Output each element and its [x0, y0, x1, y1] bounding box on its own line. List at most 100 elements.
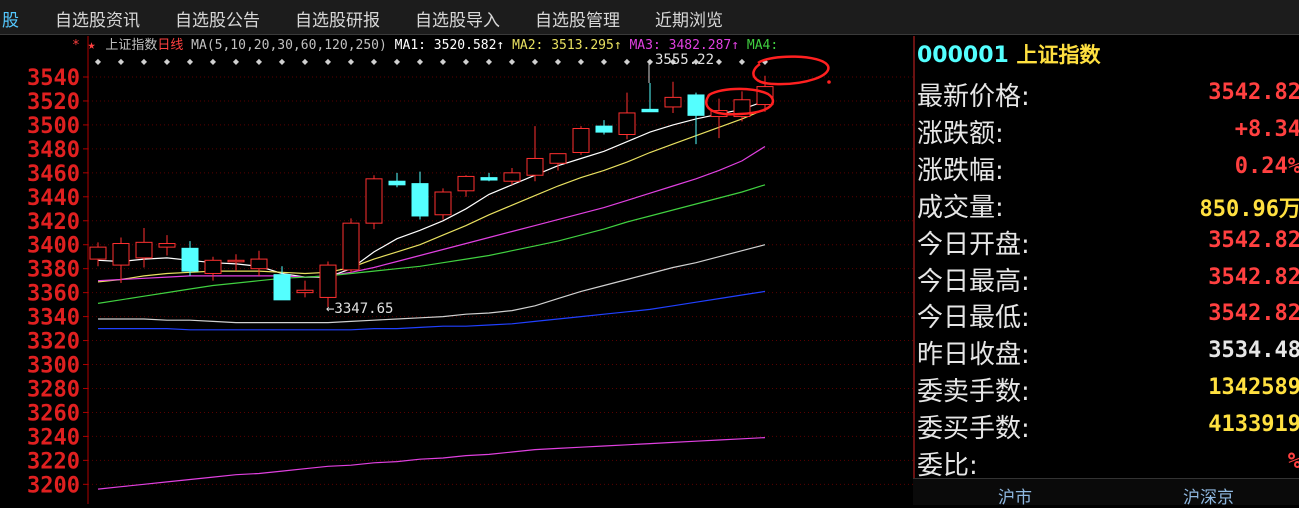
- kline-chart-panel[interactable]: * ★ 上证指数日线 MA(5,10,20,30,60,120,250) MA1…: [0, 36, 913, 504]
- candle-body-up: [319, 264, 337, 298]
- quote-code: 000001: [917, 43, 1009, 68]
- candle-body-up: [158, 243, 176, 248]
- candle-body-up: [434, 191, 452, 216]
- quote-value: 850.96万: [1199, 196, 1299, 222]
- marker-dot: ◆: [233, 57, 240, 66]
- candle-body-down: [641, 108, 659, 113]
- ma-line-ma7: [97, 437, 766, 490]
- candle-body-up: [365, 178, 383, 224]
- quote-value: 3534.48: [1208, 338, 1299, 364]
- marker-dot: ◆: [164, 57, 171, 66]
- candle-body-down: [411, 183, 429, 217]
- marker-dot: ◆: [601, 57, 608, 66]
- candle-body-up: [135, 241, 153, 259]
- tab-shanghai-shenzhen-beijing[interactable]: 沪深京: [1183, 483, 1234, 508]
- marker-dot: ◆: [371, 57, 378, 66]
- y-tick-label: 3220: [27, 449, 80, 474]
- quote-label: 最新价格:: [917, 82, 1030, 112]
- marker-dot: ◆: [325, 57, 332, 66]
- quote-value: 3542.82: [1208, 264, 1299, 290]
- quote-label: 今日开盘:: [917, 229, 1030, 260]
- y-tick-label: 3280: [27, 377, 80, 402]
- candle-body-up: [503, 172, 521, 182]
- candle-body-up: [549, 153, 567, 164]
- marker-dot: ◆: [532, 57, 539, 66]
- marker-dot: ◆: [647, 57, 654, 66]
- y-tick-label: 3260: [27, 401, 80, 426]
- quote-row: 涨跌幅: 0.24%: [915, 148, 1299, 186]
- candle-body-down: [388, 180, 406, 186]
- marker-dot: ◆: [141, 57, 148, 66]
- quote-row: 昨日收盘: 3534.48: [915, 332, 1299, 371]
- marker-dot: ◆: [440, 57, 447, 66]
- quote-value: 3542.82: [1208, 301, 1299, 327]
- tab-shanghai[interactable]: 沪市: [998, 483, 1032, 508]
- quote-value: 0.24%: [1234, 153, 1299, 179]
- marker-dot: ◆: [187, 57, 194, 66]
- y-tick-label: 3480: [27, 138, 80, 163]
- menu-item-recent-browse[interactable]: 近期浏览: [655, 6, 723, 31]
- marker-dot: ◆: [118, 57, 125, 66]
- quote-value: %: [1288, 449, 1299, 474]
- quote-row: 成交量: 850.96万: [915, 185, 1299, 223]
- y-tick-label: 3440: [27, 186, 80, 211]
- menu-item-watchlist-research[interactable]: 自选股研报: [295, 6, 380, 31]
- quote-value: 4133919: [1208, 412, 1299, 438]
- menu-item-watchlist-news[interactable]: 自选股资讯: [55, 6, 140, 31]
- quote-label: 成交量:: [917, 192, 1004, 223]
- marker-dot: ◆: [348, 57, 355, 66]
- marker-dot: ◆: [210, 57, 217, 66]
- candlestick-chart[interactable]: 3540352035003480346034403420340033803360…: [0, 36, 913, 504]
- quote-row: 今日开盘: 3542.82: [915, 222, 1299, 260]
- marker-dot: ◆: [509, 57, 516, 66]
- market-tabs: 沪市 沪深京: [913, 478, 1299, 508]
- marker-dot: ◆: [463, 57, 470, 66]
- y-tick-label: 3340: [27, 306, 80, 331]
- marker-dot: ◆: [716, 57, 723, 66]
- menu-item-watchlist-manage[interactable]: 自选股管理: [535, 6, 620, 31]
- ma-line-ma6: [98, 290, 766, 331]
- hand-drawn-dot: [827, 80, 831, 84]
- quote-name: 上证指数: [1016, 43, 1101, 67]
- quote-value: 3542.82: [1208, 227, 1299, 253]
- marker-dot: ◆: [95, 57, 102, 66]
- quote-row: 今日最高: 3542.82: [915, 259, 1299, 297]
- marker-dot: ◆: [624, 57, 631, 66]
- candle-body-up: [250, 258, 268, 270]
- marker-dot: ◆: [302, 57, 309, 66]
- y-tick-label: 3320: [27, 330, 80, 355]
- y-tick-label: 3460: [27, 162, 80, 187]
- candle-body-up: [342, 222, 360, 271]
- quote-title: 000001 上证指数: [917, 38, 1101, 72]
- candle-body-down: [480, 177, 498, 181]
- quote-row: 委卖手数: 1342589: [915, 369, 1299, 407]
- candle-body-down: [273, 274, 291, 301]
- candle-body-up: [572, 128, 590, 153]
- candle-body-up: [526, 157, 544, 176]
- quote-row: 今日最低: 3542.82: [915, 295, 1299, 333]
- candle-body-up: [227, 259, 245, 263]
- candle-body-down: [181, 247, 199, 272]
- y-tick-label: 3420: [27, 210, 80, 235]
- menu-item-watchlist-import[interactable]: 自选股导入: [415, 6, 500, 31]
- menu-item-watchlist-announcements[interactable]: 自选股公告: [175, 6, 260, 31]
- marker-dot: ◆: [279, 57, 286, 66]
- low-annotation: ←3347.65: [326, 301, 393, 317]
- quote-label: 涨跌额:: [917, 118, 1004, 149]
- quote-row: 涨跌额: +8.34: [915, 111, 1299, 149]
- quote-label: 今日最高:: [917, 266, 1030, 297]
- candle-body-up: [664, 96, 682, 108]
- quote-value: 3542.82: [1208, 80, 1299, 105]
- marker-dot: ◆: [256, 57, 263, 66]
- candle-body-down: [595, 125, 613, 133]
- y-tick-label: 3240: [27, 425, 80, 450]
- quote-row: 最新价格: 3542.82: [915, 74, 1299, 112]
- menu-item-stock[interactable]: 股: [2, 6, 19, 31]
- marker-dot: ◆: [578, 57, 585, 66]
- quote-label: 昨日收盘:: [917, 340, 1030, 371]
- y-tick-label: 3300: [27, 354, 80, 379]
- top-menu-bar: 股 自选股资讯 自选股公告 自选股研报 自选股导入 自选股管理 近期浏览: [0, 0, 1299, 35]
- marker-dot: ◆: [555, 57, 562, 66]
- marker-dot: ◆: [486, 57, 493, 66]
- y-tick-label: 3380: [27, 258, 80, 283]
